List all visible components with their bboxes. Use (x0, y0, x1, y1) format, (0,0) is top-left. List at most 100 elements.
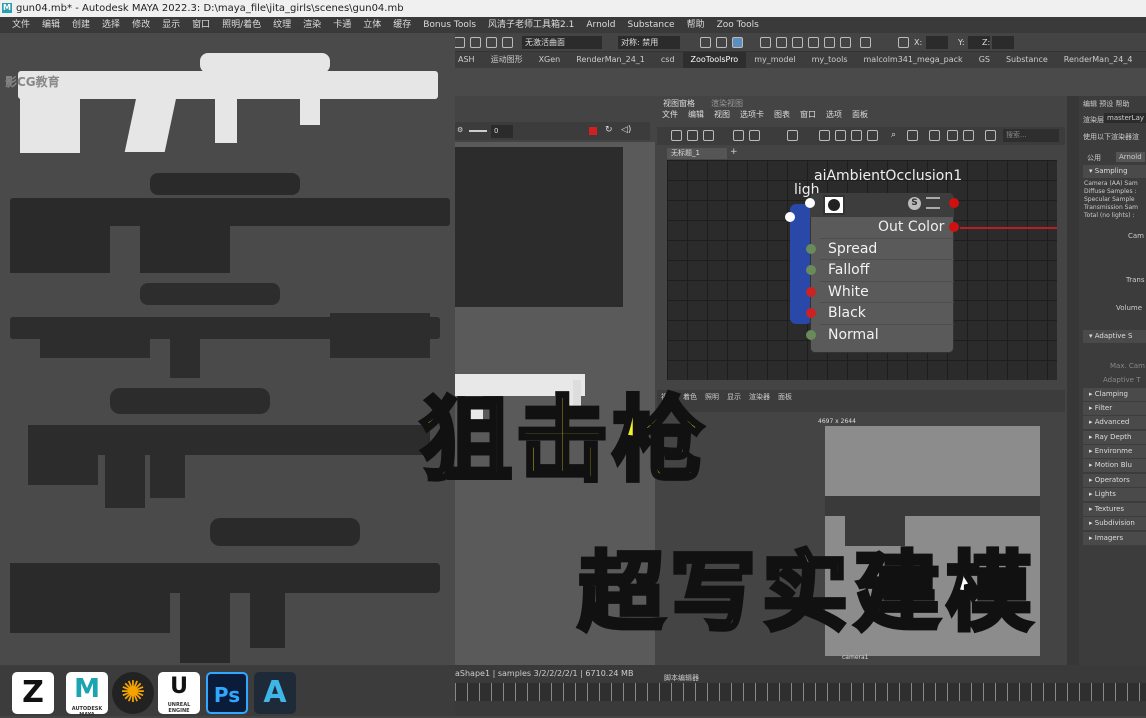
port-row-spread[interactable]: Spread (820, 238, 954, 259)
shelf-tab[interactable]: RenderMan_24_1 (568, 52, 653, 68)
script-editor-label[interactable]: 脚本编辑器 (664, 673, 699, 683)
layout-icon[interactable] (787, 130, 798, 141)
section-subdivision[interactable]: ▸ Subdivision (1083, 517, 1146, 530)
hs-menu-item[interactable]: 编辑 (683, 109, 709, 121)
menu-item[interactable]: 渲染 (297, 17, 327, 33)
attr-menu-item[interactable]: 帮助 (1115, 100, 1129, 108)
node-list-icon[interactable] (926, 197, 940, 209)
section-ray-depth[interactable]: ▸ Ray Depth (1083, 431, 1146, 444)
menu-item[interactable]: Bonus Tools (417, 17, 482, 33)
stop-icon[interactable] (589, 127, 597, 135)
menu-item[interactable]: 编辑 (36, 17, 66, 33)
section-advanced[interactable]: ▸ Advanced (1083, 416, 1146, 429)
section-lights[interactable]: ▸ Lights (1083, 488, 1146, 501)
tab-arnold[interactable]: Arnold (1116, 152, 1145, 162)
output-connections-icon[interactable] (703, 130, 714, 141)
range-slider[interactable] (455, 701, 1146, 716)
live-surface-field[interactable]: 无激活曲面 (522, 36, 602, 49)
select-icon[interactable] (733, 130, 744, 141)
exposure-slider[interactable] (469, 130, 487, 132)
hs-document-tab[interactable]: 无标题_1 (667, 148, 727, 159)
shelf-tab[interactable]: GS (971, 52, 998, 68)
rv-menu-item[interactable]: 显示 (723, 392, 745, 402)
section-clamping[interactable]: ▸ Clamping (1083, 388, 1146, 401)
attr-menu-item[interactable]: 预设 (1099, 100, 1113, 108)
section-sampling[interactable]: ▾ Sampling (1083, 165, 1146, 178)
shelf-tab[interactable]: Substance (998, 52, 1056, 68)
menu-item[interactable]: 显示 (156, 17, 186, 33)
hs-menu-item[interactable]: 图表 (769, 109, 795, 121)
tab-render-view[interactable]: 渲染视图 (711, 98, 743, 109)
section-motion-blur[interactable]: ▸ Motion Blu (1083, 459, 1146, 472)
frame-field[interactable]: 0 (491, 125, 513, 138)
light-icon[interactable] (840, 37, 851, 48)
input-connections-icon[interactable] (687, 130, 698, 141)
snap-grid-icon[interactable] (947, 130, 958, 141)
playblast-icon[interactable] (808, 37, 819, 48)
x-field[interactable] (926, 36, 948, 49)
list-icon[interactable] (867, 130, 878, 141)
menu-item[interactable]: 创建 (66, 17, 96, 33)
graph-icon[interactable] (671, 130, 682, 141)
menu-item[interactable]: 纹理 (267, 17, 297, 33)
hs-menu-item[interactable]: 选项卡 (735, 109, 769, 121)
tab-common[interactable]: 公用 (1087, 153, 1101, 163)
shelf-tab[interactable]: 运动图形 (483, 52, 531, 68)
hs-menu-item[interactable]: 面板 (847, 109, 873, 121)
port-dot[interactable] (806, 308, 816, 318)
lasso-icon[interactable] (454, 37, 465, 48)
gear-icon[interactable]: ⚙ (457, 126, 463, 134)
menu-item[interactable]: 卡通 (327, 17, 357, 33)
symmetry-dropdown[interactable]: 对称: 禁用 (618, 36, 680, 49)
section-textures[interactable]: ▸ Textures (1083, 503, 1146, 516)
menu-item[interactable]: Substance (622, 17, 681, 33)
section-imagers[interactable]: ▸ Imagers (1083, 532, 1146, 545)
swatch-small-icon[interactable] (819, 130, 830, 141)
port-row-white[interactable]: White (820, 281, 954, 302)
shelf-tab[interactable]: XGen (531, 52, 569, 68)
hs-search-input[interactable]: 搜索... (1003, 129, 1059, 142)
shelf-tab[interactable]: my_tools (804, 52, 856, 68)
port-row-black[interactable]: Black (820, 302, 954, 323)
grid-icon[interactable] (929, 130, 940, 141)
menu-item[interactable]: Zoo Tools (711, 17, 765, 33)
menu-item[interactable]: 风清子老师工具箱2.1 (482, 17, 580, 33)
port-dot[interactable] (806, 330, 816, 340)
hypershade-icon[interactable] (776, 37, 787, 48)
port-dot[interactable] (806, 244, 816, 254)
node-s-icon[interactable]: S (908, 197, 921, 210)
menu-item[interactable]: 立体 (357, 17, 387, 33)
menu-item[interactable]: 选择 (96, 17, 126, 33)
menu-item[interactable]: Arnold (580, 17, 621, 33)
render-icon[interactable] (700, 37, 711, 48)
camera-icon[interactable] (824, 37, 835, 48)
add-tab-icon[interactable]: + (730, 147, 738, 157)
audio-icon[interactable]: ◁) (621, 125, 631, 135)
menu-item[interactable]: 文件 (6, 17, 36, 33)
menu-item[interactable]: 修改 (126, 17, 156, 33)
swatch-large-icon[interactable] (851, 130, 862, 141)
time-slider[interactable] (455, 683, 1146, 701)
port-dot[interactable] (806, 265, 816, 275)
layout-grid-icon[interactable] (985, 130, 996, 141)
section-environment[interactable]: ▸ Environme (1083, 445, 1146, 458)
snap-icon[interactable] (470, 37, 481, 48)
section-filter[interactable]: ▸ Filter (1083, 402, 1146, 415)
shelf-tab[interactable]: my_model (746, 52, 803, 68)
transform-icon[interactable] (898, 37, 909, 48)
output-port[interactable] (949, 198, 959, 208)
ipr-icon[interactable] (732, 37, 743, 48)
menu-item[interactable]: 照明/着色 (216, 17, 267, 33)
hs-menu-item[interactable]: 文件 (657, 109, 683, 121)
input-port-white[interactable] (805, 198, 815, 208)
port-dot[interactable] (806, 287, 816, 297)
light-port[interactable] (785, 212, 795, 222)
tab-view-panes[interactable]: 视图窗格 (663, 98, 695, 109)
rv-menu-item[interactable]: 面板 (774, 392, 796, 402)
snap-curve-icon[interactable] (486, 37, 497, 48)
grid-toggle-icon[interactable] (907, 130, 918, 141)
shelf-tab[interactable]: malcolm341_mega_pack (855, 52, 970, 68)
layer-dropdown[interactable]: masterLay (1104, 113, 1146, 123)
menu-item[interactable]: 窗口 (186, 17, 216, 33)
swatch-medium-icon[interactable] (835, 130, 846, 141)
